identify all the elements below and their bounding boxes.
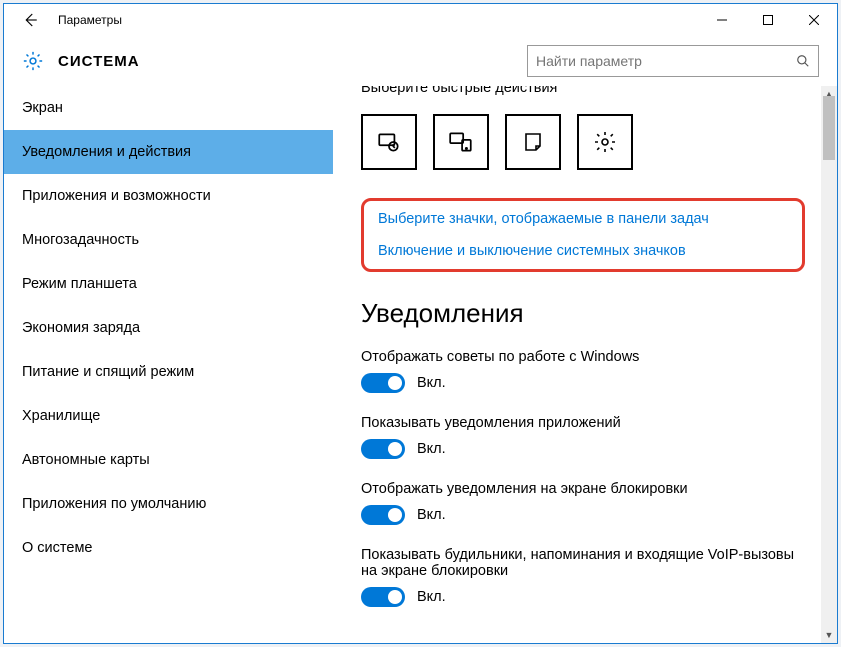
scrollbar[interactable]: ▲ ▼ — [821, 86, 837, 643]
tablet-icon — [376, 129, 402, 155]
toggle-switch[interactable] — [361, 505, 405, 525]
connect-icon — [448, 129, 474, 155]
close-button[interactable] — [791, 4, 837, 36]
gear-icon — [22, 50, 44, 72]
window-title: Параметры — [52, 13, 122, 27]
setting-app-notifications: Показывать уведомления приложений Вкл. — [361, 415, 805, 459]
sidebar-item-offline-maps[interactable]: Автономные карты — [4, 438, 333, 482]
quick-action-connect[interactable] — [433, 114, 489, 170]
sidebar-item-label: Приложения и возможности — [22, 188, 211, 204]
quick-actions-heading: Выберите быстрые действия — [361, 86, 805, 96]
section-title-notifications: Уведомления — [361, 298, 805, 329]
search-box[interactable] — [527, 45, 819, 77]
link-system-icons[interactable]: Включение и выключение системных значков — [378, 243, 788, 259]
toggle-state: Вкл. — [417, 589, 446, 605]
titlebar: Параметры — [4, 4, 837, 36]
sidebar-item-storage[interactable]: Хранилище — [4, 394, 333, 438]
setting-label: Отображать советы по работе с Windows — [361, 349, 805, 365]
sidebar-item-label: Режим планшета — [22, 276, 137, 292]
toggle-state: Вкл. — [417, 441, 446, 457]
sidebar-item-label: О системе — [22, 540, 92, 556]
setting-label: Показывать будильники, напоминания и вхо… — [361, 547, 805, 579]
setting-windows-tips: Отображать советы по работе с Windows Вк… — [361, 349, 805, 393]
sidebar-item-default-apps[interactable]: Приложения по умолчанию — [4, 482, 333, 526]
settings-window: Параметры СИСТЕМА — [3, 3, 838, 644]
sidebar-item-power[interactable]: Питание и спящий режим — [4, 350, 333, 394]
back-button[interactable] — [8, 4, 52, 36]
search-icon — [796, 54, 810, 68]
toggle-switch[interactable] — [361, 439, 405, 459]
content-area: Выберите быстрые действия — [333, 86, 837, 643]
search-input[interactable] — [536, 53, 796, 69]
quick-action-tablet[interactable] — [361, 114, 417, 170]
sidebar-item-label: Приложения по умолчанию — [22, 496, 206, 512]
sidebar-item-tablet[interactable]: Режим планшета — [4, 262, 333, 306]
link-taskbar-icons[interactable]: Выберите значки, отображаемые в панели з… — [378, 211, 788, 227]
sidebar-item-label: Многозадачность — [22, 232, 139, 248]
sidebar-item-label: Уведомления и действия — [22, 144, 191, 160]
sidebar-item-label: Автономные карты — [22, 452, 150, 468]
sidebar-item-notifications[interactable]: Уведомления и действия — [4, 130, 333, 174]
quick-action-settings[interactable] — [577, 114, 633, 170]
highlighted-links: Выберите значки, отображаемые в панели з… — [361, 198, 805, 272]
setting-lockscreen-notifications: Отображать уведомления на экране блокиро… — [361, 481, 805, 525]
sidebar-item-multitasking[interactable]: Многозадачность — [4, 218, 333, 262]
maximize-button[interactable] — [745, 4, 791, 36]
header: СИСТЕМА — [4, 36, 837, 86]
toggle-switch[interactable] — [361, 587, 405, 607]
scroll-thumb[interactable] — [823, 96, 835, 160]
sidebar-item-apps[interactable]: Приложения и возможности — [4, 174, 333, 218]
quick-actions-row — [361, 114, 805, 170]
toggle-state: Вкл. — [417, 375, 446, 391]
sidebar-item-label: Питание и спящий режим — [22, 364, 194, 380]
note-icon — [521, 130, 545, 154]
setting-label: Показывать уведомления приложений — [361, 415, 805, 431]
minimize-button[interactable] — [699, 4, 745, 36]
sidebar-item-about[interactable]: О системе — [4, 526, 333, 570]
sidebar-item-display[interactable]: Экран — [4, 86, 333, 130]
setting-alarms-voip: Показывать будильники, напоминания и вхо… — [361, 547, 805, 607]
scroll-down-arrow[interactable]: ▼ — [821, 627, 837, 643]
quick-action-note[interactable] — [505, 114, 561, 170]
toggle-state: Вкл. — [417, 507, 446, 523]
sidebar: Экран Уведомления и действия Приложения … — [4, 86, 333, 643]
sidebar-item-battery[interactable]: Экономия заряда — [4, 306, 333, 350]
sidebar-item-label: Хранилище — [22, 408, 100, 424]
header-title: СИСТЕМА — [58, 53, 140, 70]
sidebar-item-label: Экономия заряда — [22, 320, 140, 336]
setting-label: Отображать уведомления на экране блокиро… — [361, 481, 805, 497]
sidebar-item-label: Экран — [22, 100, 63, 116]
toggle-switch[interactable] — [361, 373, 405, 393]
gear-icon — [593, 130, 617, 154]
